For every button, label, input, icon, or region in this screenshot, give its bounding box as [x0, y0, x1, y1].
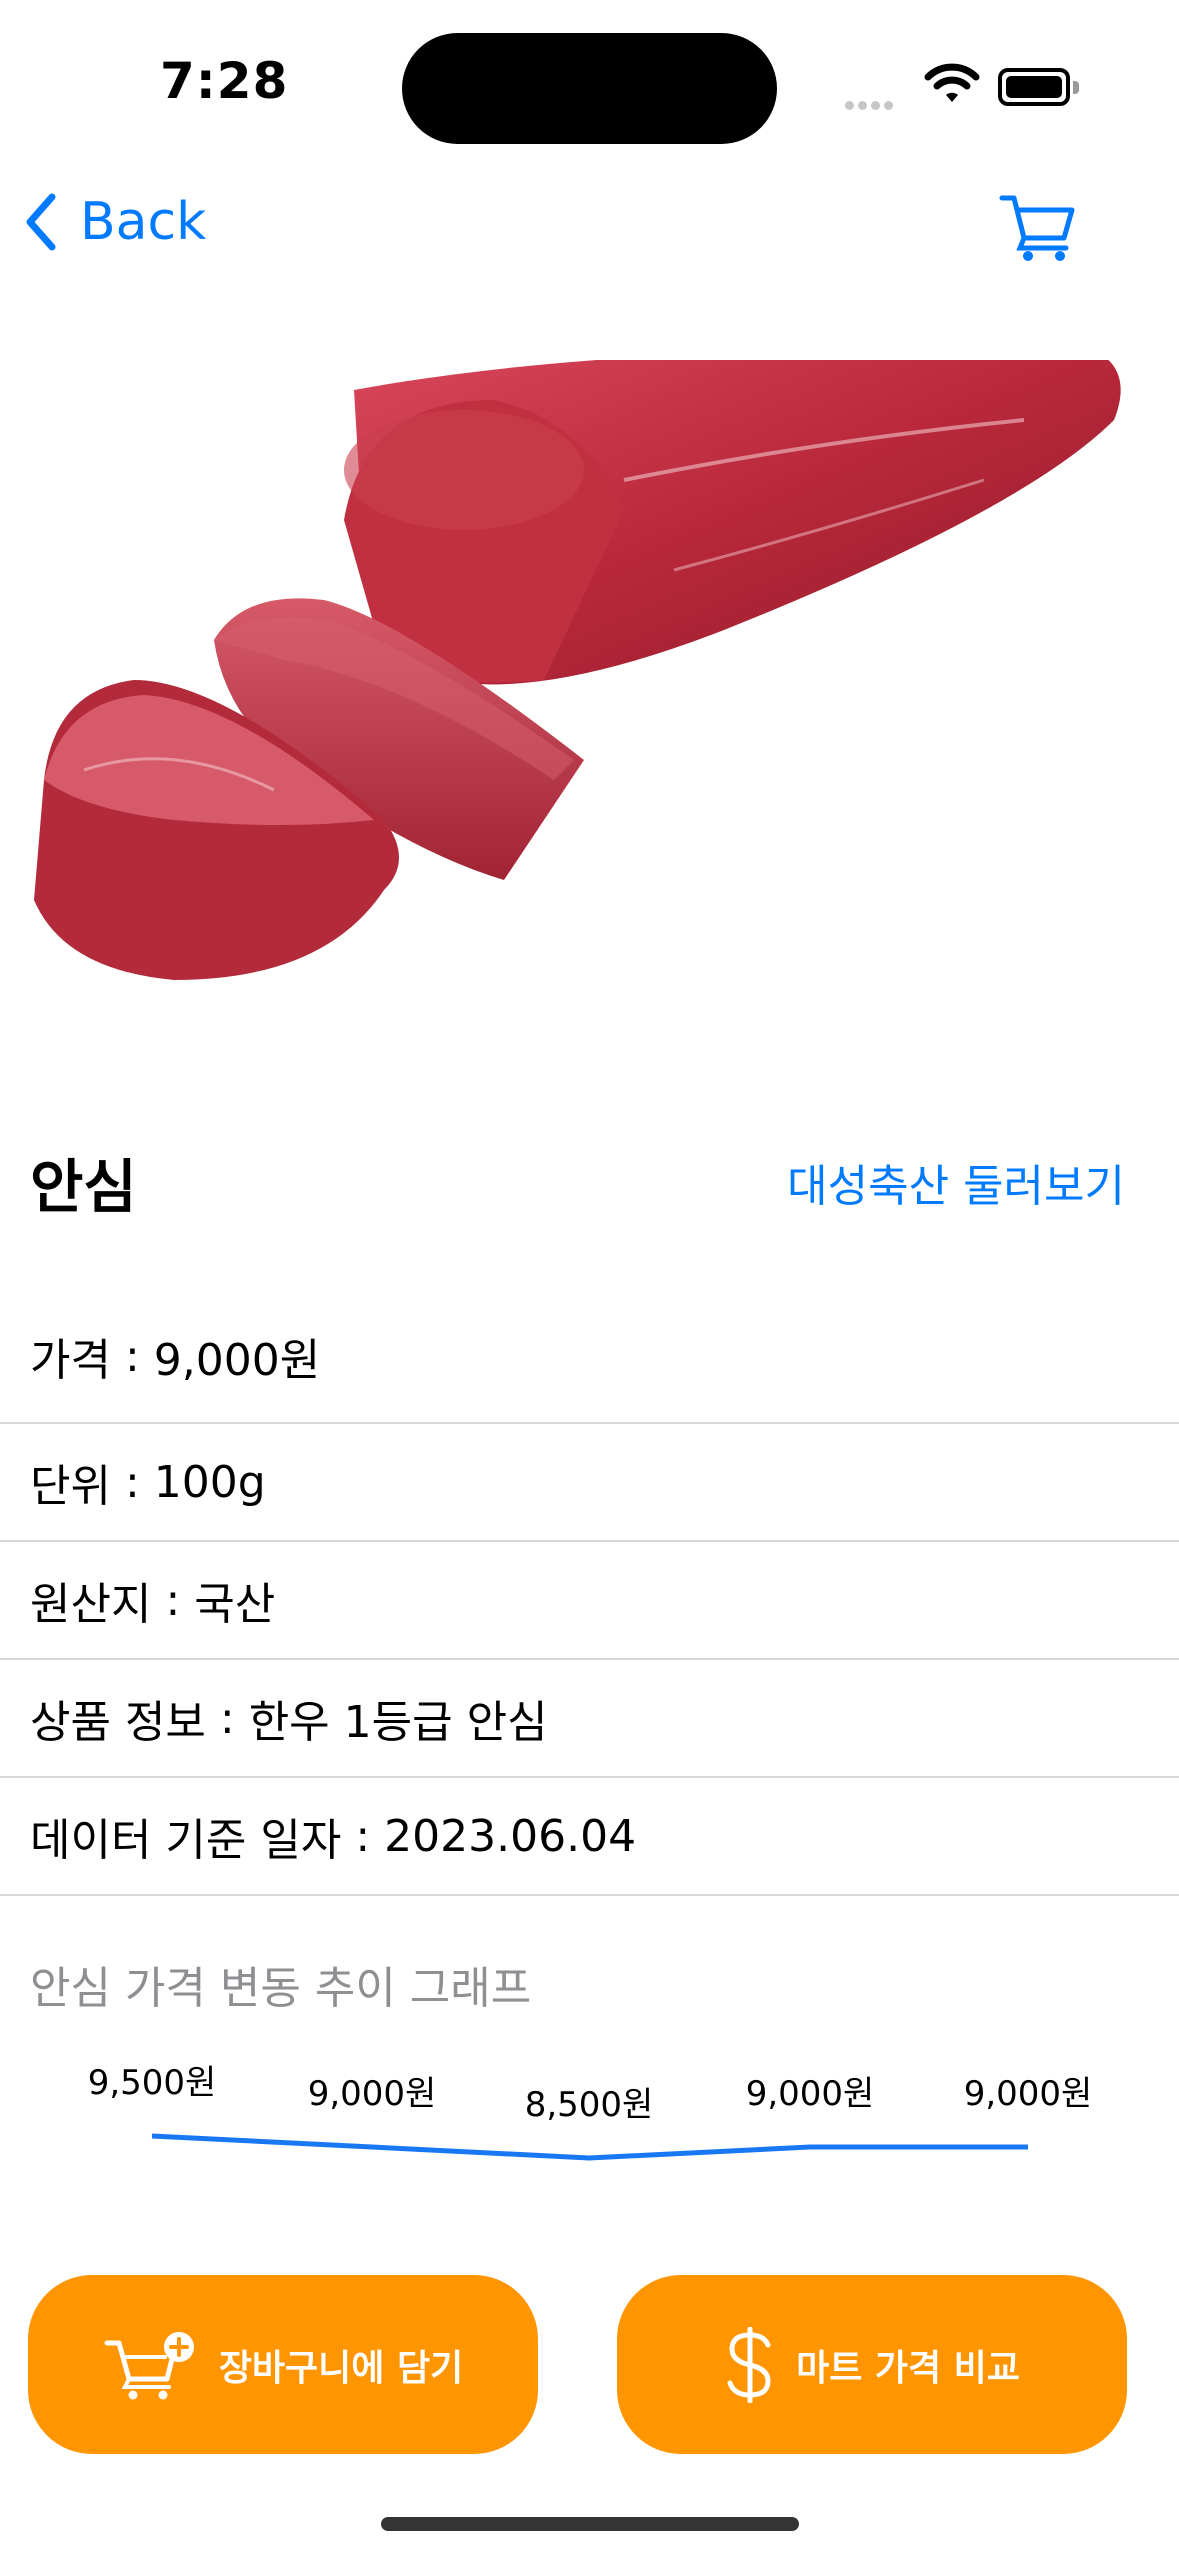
product-image: [24, 348, 1144, 1010]
data-label: 9,000원: [964, 2074, 1093, 2114]
browse-store-link[interactable]: 대성축산 둘러보기: [787, 1150, 1125, 1214]
info-value: 한우 1등급 안심: [248, 1697, 548, 1748]
info-row-product-info: 상품 정보 : 한우 1등급 안심: [0, 1660, 1179, 1778]
data-label: 9,500원: [88, 2063, 217, 2103]
data-label: 9,000원: [746, 2074, 875, 2114]
compare-price-label: 마트 가격 비교: [796, 2347, 1020, 2389]
cart-icon: [999, 195, 1075, 261]
info-label: 데이터 기준 일자: [30, 1815, 342, 1866]
info-label: 단위: [30, 1461, 111, 1512]
graph-title: 안심 가격 변동 추이 그래프: [30, 1963, 532, 2014]
info-label: 상품 정보: [30, 1697, 206, 1748]
chevron-left-icon: [26, 193, 56, 251]
info-row-unit: 단위 : 100g: [0, 1424, 1179, 1542]
info-row-price: 가격 : 9,000원: [0, 1290, 1179, 1424]
data-label: 8,500원: [525, 2085, 654, 2125]
info-value: 국산: [194, 1579, 276, 1630]
info-separator: :: [205, 1692, 249, 1744]
battery-icon: [998, 68, 1079, 106]
info-separator: :: [110, 1330, 154, 1382]
info-label: 원산지: [30, 1579, 152, 1630]
product-name: 안심: [30, 1153, 137, 1221]
home-indicator: [381, 2517, 799, 2531]
dynamic-island: [402, 33, 777, 144]
info-separator: :: [341, 1810, 385, 1862]
add-to-cart-label: 장바구니에 담기: [218, 2347, 464, 2389]
status-time: 7:28: [160, 52, 289, 110]
cart-button[interactable]: [998, 192, 1078, 268]
price-trend-chart: 9,500원 9,000원 8,500원 9,000원 9,000원: [88, 2063, 1093, 2161]
back-button[interactable]: Back: [24, 192, 206, 252]
info-label: 가격: [30, 1335, 111, 1386]
product-info-list: 가격 : 9,000원 단위 : 100g 원산지 : 국산 상품 정보 : 한…: [0, 1290, 1179, 1896]
wifi-icon: [924, 62, 980, 108]
trend-line: [151, 2133, 1028, 2161]
info-value: 100g: [153, 1456, 266, 1508]
info-row-data-date: 데이터 기준 일자 : 2023.06.04: [0, 1778, 1179, 1896]
add-to-cart-button[interactable]: 장바구니에 담기: [28, 2275, 538, 2454]
info-value: 2023.06.04: [384, 1810, 637, 1862]
info-separator: :: [110, 1456, 154, 1508]
info-row-origin: 원산지 : 국산: [0, 1542, 1179, 1660]
cellular-signal-icon: [845, 95, 897, 114]
dollar-icon: [727, 2326, 771, 2403]
back-button-label: Back: [80, 192, 207, 252]
data-label: 9,000원: [308, 2074, 437, 2114]
cart-plus-icon: [104, 2331, 194, 2399]
info-separator: :: [151, 1574, 195, 1626]
compare-price-button[interactable]: 마트 가격 비교: [617, 2275, 1127, 2454]
info-value: 9,000원: [153, 1335, 321, 1386]
